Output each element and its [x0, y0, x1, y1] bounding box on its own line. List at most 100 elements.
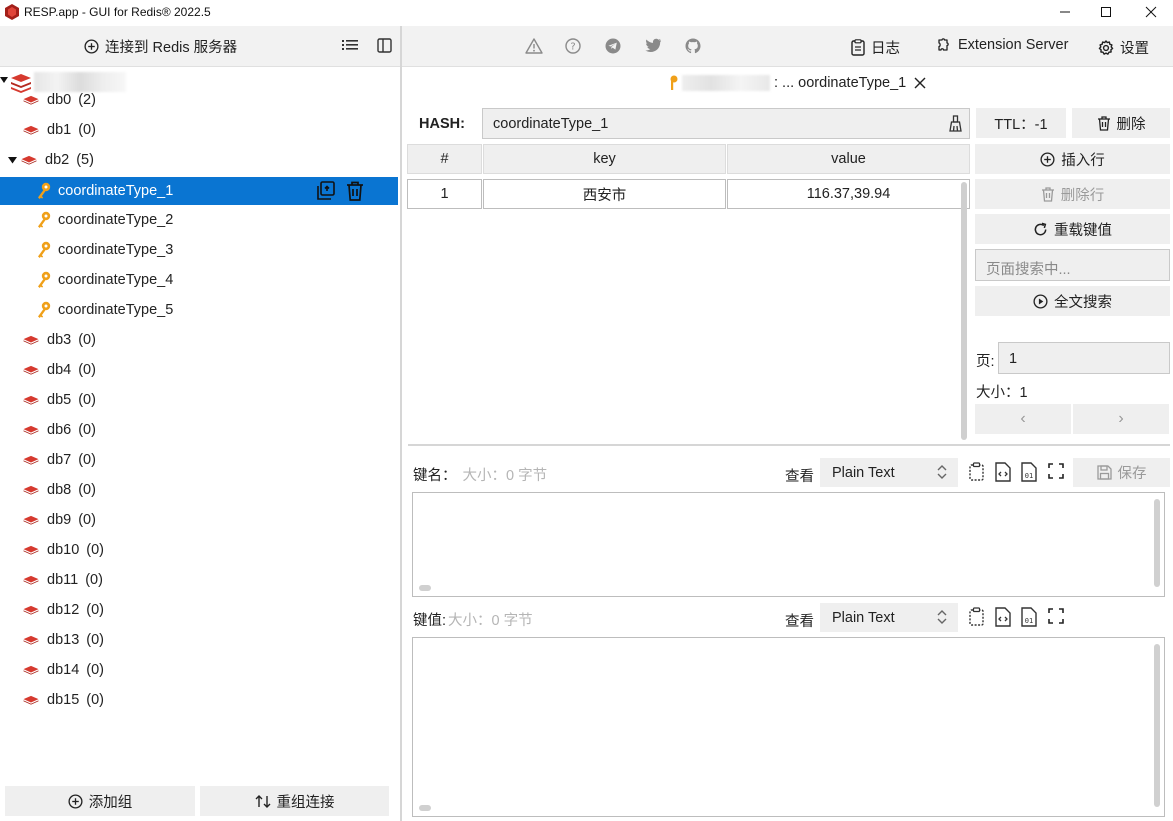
copy-clipboard-icon[interactable] [968, 607, 986, 627]
connect-server-button[interactable]: 连接到 Redis 服务器 [84, 36, 237, 57]
settings-button[interactable]: 设置 [1098, 37, 1149, 58]
tree-item-db9[interactable]: db9 (0) [0, 507, 398, 533]
key-name-field[interactable]: coordinateType_1 [482, 108, 970, 139]
code-file-icon[interactable] [994, 607, 1012, 627]
delete-key-button[interactable]: 删除 [1072, 108, 1170, 138]
database-name: db8 [47, 482, 72, 498]
tree-key-item[interactable]: coordinateType_4 [0, 267, 398, 293]
value-view-mode-select[interactable]: Plain Text [820, 603, 958, 632]
key-editor-textarea[interactable] [412, 492, 1165, 597]
tree-item-db13[interactable]: db13 (0) [0, 627, 398, 653]
tree-item-db6[interactable]: db6 (0) [0, 417, 398, 443]
maximize-button[interactable] [1086, 0, 1126, 24]
key-tab[interactable]: : ... oordinateType_1 [668, 70, 926, 96]
minimize-button[interactable] [1045, 0, 1085, 24]
code-file-icon[interactable] [994, 462, 1012, 482]
delete-row-button[interactable]: 删除行 [975, 179, 1170, 209]
binary-file-icon[interactable]: 01 [1020, 462, 1038, 482]
binary-file-icon[interactable]: 01 [1020, 607, 1038, 627]
reload-value-button[interactable]: 重载键值 [975, 214, 1170, 244]
tree-item-db4[interactable]: db4 (0) [0, 357, 398, 383]
extension-server-button[interactable]: Extension Server [936, 37, 1068, 53]
ttl-button[interactable]: TTL：-1 [976, 108, 1066, 138]
editor-splitter[interactable] [408, 444, 1170, 446]
fullscreen-icon[interactable] [1048, 608, 1064, 624]
page-number-input[interactable]: 1 [998, 342, 1170, 374]
table-scrollbar[interactable] [961, 182, 967, 440]
database-key-count: (0) [78, 482, 96, 498]
database-name: db1 [47, 122, 72, 138]
database-key-count: (0) [78, 362, 96, 378]
tree-item-db7[interactable]: db7 (0) [0, 447, 398, 473]
key-name: coordinateType_3 [58, 242, 174, 258]
tree-key-item[interactable]: coordinateType_2 [0, 207, 398, 233]
app-logo-icon [5, 4, 19, 20]
regroup-connections-button[interactable]: 重组连接 [200, 786, 389, 816]
full-search-button[interactable]: 全文搜索 [975, 286, 1170, 316]
tree-key-item[interactable]: coordinateType_5 [0, 297, 398, 323]
save-button[interactable]: 保存 [1073, 458, 1170, 487]
column-header-index[interactable]: # [407, 144, 482, 174]
tree-item-db14[interactable]: db14 (0) [0, 657, 398, 683]
tree-item-db5[interactable]: db5 (0) [0, 387, 398, 413]
list-view-icon[interactable] [342, 38, 358, 52]
next-page-button[interactable]: › [1073, 404, 1169, 434]
value-editor-hscrollbar[interactable] [419, 805, 431, 811]
database-key-count: (0) [85, 572, 103, 588]
log-button[interactable]: 日志 [851, 37, 900, 58]
table-cell-index[interactable]: 1 [407, 179, 482, 209]
column-header-key[interactable]: key [483, 144, 726, 174]
clean-broom-icon[interactable] [948, 115, 963, 132]
database-icon [22, 425, 47, 435]
tree-key-item[interactable]: coordinateType_3 [0, 237, 398, 263]
database-name: db7 [47, 452, 72, 468]
help-icon[interactable]: ? [565, 38, 581, 54]
tree-item-db3[interactable]: db3 (0) [0, 327, 398, 353]
copy-key-icon[interactable] [314, 180, 336, 202]
insert-row-button[interactable]: 插入行 [975, 144, 1170, 174]
database-icon [22, 515, 47, 525]
panel-splitter[interactable] [400, 26, 402, 821]
key-view-mode-select[interactable]: Plain Text [820, 458, 958, 487]
warning-icon[interactable] [525, 38, 543, 54]
table-cell-key[interactable]: 西安市 [483, 179, 726, 209]
tree-item-db1[interactable]: db1 (0) [0, 117, 398, 143]
copy-clipboard-icon[interactable] [968, 462, 986, 482]
add-group-button[interactable]: 添加组 [5, 786, 195, 816]
svg-text:01: 01 [1025, 472, 1033, 480]
key-view-label: 查看 [785, 469, 814, 485]
twitter-icon[interactable] [645, 38, 662, 53]
tree-item-db0[interactable]: db0 (2) [0, 87, 398, 113]
svg-text:01: 01 [1025, 617, 1033, 625]
key-editor-scrollbar[interactable] [1154, 499, 1160, 587]
tree-item-db15[interactable]: db15 (0) [0, 687, 398, 713]
tree-item-db8[interactable]: db8 (0) [0, 477, 398, 503]
tree-item-db10[interactable]: db10 (0) [0, 537, 398, 563]
prev-page-button[interactable]: ‹ [975, 404, 1071, 434]
delete-key-icon[interactable] [346, 181, 364, 201]
github-icon[interactable] [685, 38, 701, 54]
value-editor-textarea[interactable] [412, 637, 1165, 817]
delete-row-label: 删除行 [1060, 187, 1105, 204]
key-name: coordinateType_5 [58, 302, 174, 318]
tree-item-db11[interactable]: db11 (0) [0, 567, 398, 593]
close-window-button[interactable] [1131, 0, 1171, 24]
tree-item-db12[interactable]: db12 (0) [0, 597, 398, 623]
table-cell-value[interactable]: 116.37,39.94 [727, 179, 970, 209]
database-icon [22, 335, 47, 345]
add-circle-icon [68, 793, 83, 809]
split-panel-icon[interactable] [377, 38, 392, 53]
tree-item-db2[interactable]: db2 (5) [0, 147, 398, 173]
expand-arrow-icon[interactable] [8, 156, 20, 164]
telegram-icon[interactable] [605, 38, 621, 54]
key-editor-hscrollbar[interactable] [419, 585, 431, 591]
add-group-label: 添加组 [88, 794, 133, 811]
database-icon [22, 605, 47, 615]
tab-close-icon[interactable] [914, 77, 926, 89]
value-editor-label: 键值: 大小：0 字节 [413, 613, 533, 629]
fullscreen-icon[interactable] [1048, 463, 1064, 479]
page-search-input[interactable]: 页面搜索中... [975, 249, 1170, 281]
column-header-value[interactable]: value [727, 144, 970, 174]
value-editor-scrollbar[interactable] [1154, 644, 1160, 807]
tree-key-item[interactable]: coordinateType_1 [0, 177, 398, 205]
